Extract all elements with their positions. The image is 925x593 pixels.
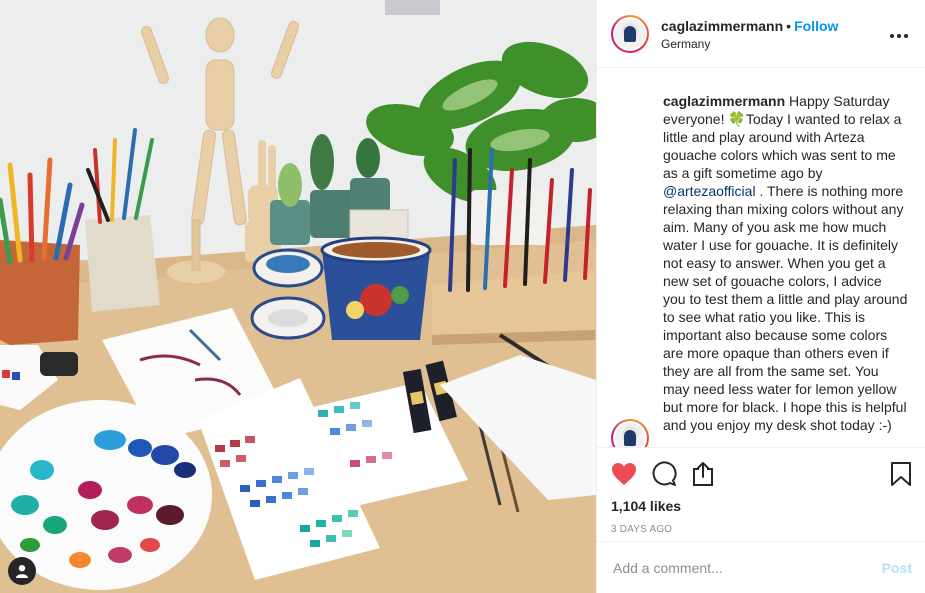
post-actions: 1,104 likes 3 DAYS AGO: [597, 447, 925, 535]
caption-avatar[interactable]: [611, 419, 649, 447]
header-text: caglazimmermann • Follow Germany: [661, 17, 887, 51]
comment-icon[interactable]: [651, 458, 691, 490]
post-header: caglazimmermann • Follow Germany: [597, 0, 925, 68]
caption-scroll-area[interactable]: caglazimmermann Happy Saturday everyone!…: [597, 69, 925, 447]
username-link[interactable]: caglazimmermann: [661, 18, 783, 34]
separator-dot: •: [786, 17, 792, 34]
caption-text: caglazimmermann Happy Saturday everyone!…: [663, 92, 908, 434]
clover-emoji: 🍀: [728, 111, 746, 127]
follow-button[interactable]: Follow: [794, 18, 838, 34]
person-glyph: [16, 565, 28, 578]
location-link[interactable]: Germany: [661, 37, 887, 51]
comment-box: Post: [597, 541, 925, 593]
caption-username[interactable]: caglazimmermann: [663, 93, 785, 109]
post-comment-button[interactable]: Post: [882, 560, 912, 576]
post-side-panel: caglazimmermann • Follow Germany caglazimm…: [596, 0, 925, 593]
instagram-post: caglazimmermann • Follow Germany caglazimm…: [0, 0, 925, 593]
desk-scene-illustration: [0, 0, 596, 593]
more-options-icon[interactable]: [887, 23, 911, 44]
mention-link[interactable]: @artezaofficial: [663, 183, 756, 199]
likes-count[interactable]: 1,104 likes: [611, 498, 912, 514]
heart-icon[interactable]: [611, 458, 651, 490]
caption-body-continued: . There is nothing more relaxing than mi…: [663, 183, 908, 433]
post-timestamp[interactable]: 3 DAYS AGO: [611, 524, 912, 535]
share-icon[interactable]: [691, 458, 731, 490]
post-photo[interactable]: [0, 0, 596, 593]
comment-input[interactable]: [613, 559, 882, 576]
bookmark-icon[interactable]: [888, 458, 912, 490]
user-tag-icon[interactable]: [8, 557, 36, 585]
avatar[interactable]: [611, 14, 649, 53]
